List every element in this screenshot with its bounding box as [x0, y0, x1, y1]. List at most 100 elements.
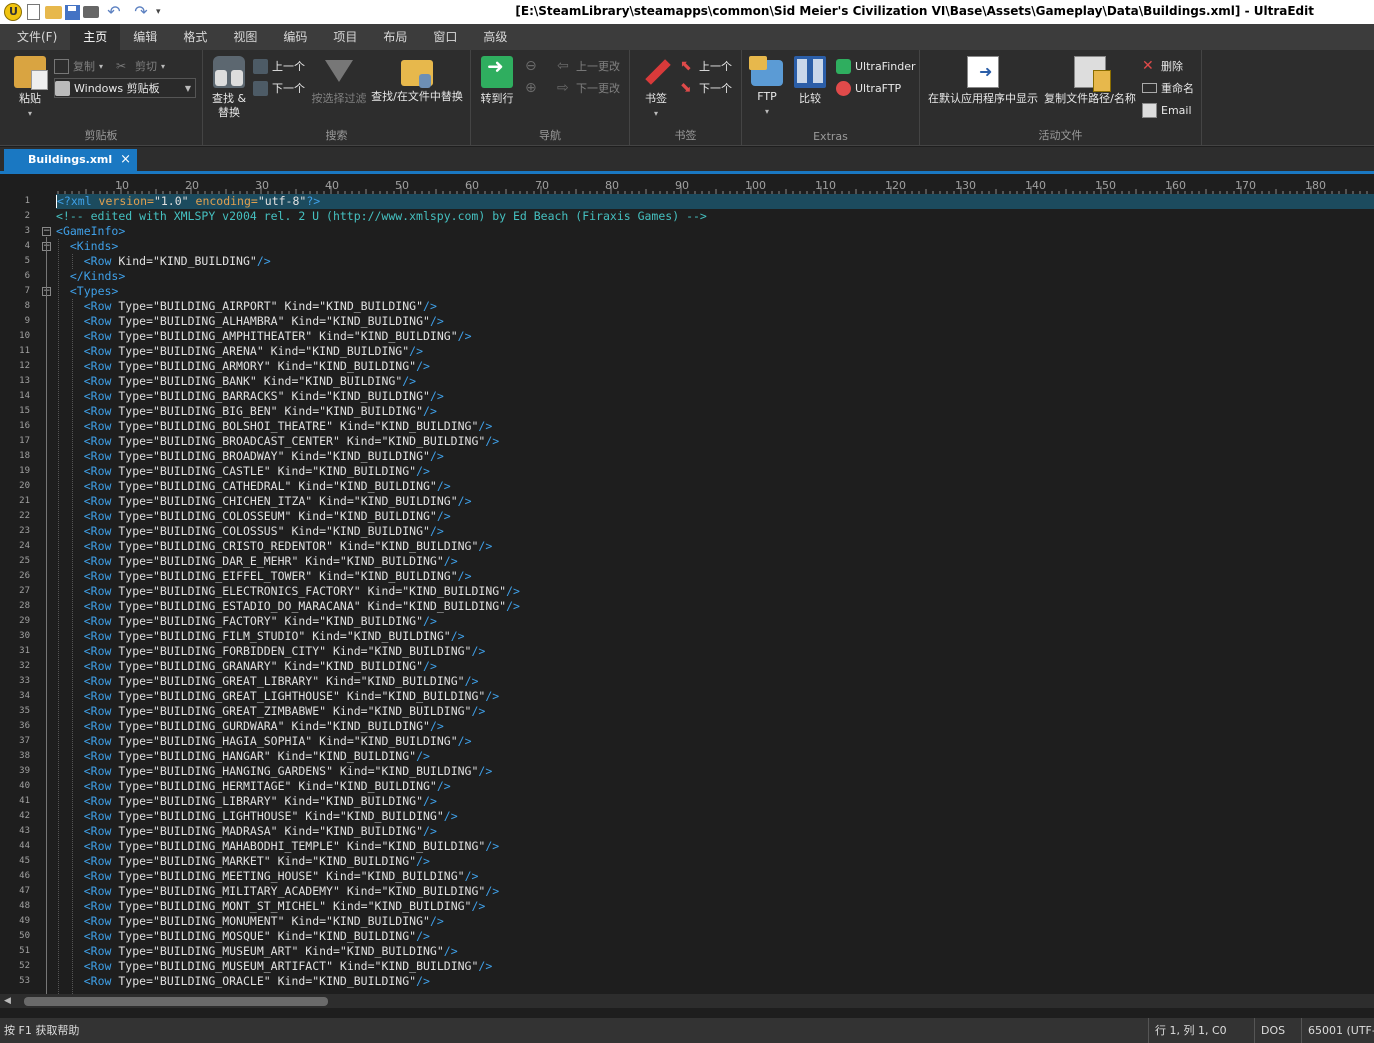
- find-next-button[interactable]: 下一个: [253, 78, 305, 98]
- undo-icon[interactable]: ↶: [102, 3, 126, 21]
- cut-button[interactable]: ✂ 剪切 ▾: [116, 56, 165, 76]
- ribbon-tab-6[interactable]: 项目: [320, 24, 370, 50]
- goto-line-button[interactable]: 转到行: [477, 56, 517, 106]
- code-line[interactable]: <Row Type="BUILDING_AIRPORT" Kind="KIND_…: [56, 299, 1374, 314]
- rename-file-button[interactable]: 重命名: [1142, 78, 1194, 98]
- nav-back-button[interactable]: ⊖: [525, 56, 540, 76]
- new-file-icon[interactable]: [27, 4, 40, 20]
- filter-by-selection-button[interactable]: 按选择过滤: [309, 56, 369, 106]
- code-line[interactable]: <Row Type="BUILDING_HANGAR" Kind="KIND_B…: [56, 749, 1374, 764]
- code-line[interactable]: <Row Type="BUILDING_CHICHEN_ITZA" Kind="…: [56, 494, 1374, 509]
- code-line[interactable]: </Kinds>: [56, 269, 1374, 284]
- code-line[interactable]: <Row Type="BUILDING_MONT_ST_MICHEL" Kind…: [56, 899, 1374, 914]
- ribbon-tab-0[interactable]: 文件(F): [4, 24, 70, 50]
- find-prev-button[interactable]: 上一个: [253, 56, 305, 76]
- customize-icon[interactable]: ▾: [156, 3, 166, 21]
- code-line[interactable]: <Row Type="BUILDING_MOSQUE" Kind="KIND_B…: [56, 929, 1374, 944]
- code-line[interactable]: <Row Type="BUILDING_HERMITAGE" Kind="KIN…: [56, 779, 1374, 794]
- clipboard-select[interactable]: Windows 剪贴板 ▼: [54, 78, 196, 98]
- code-line[interactable]: <Row Type="BUILDING_MEETING_HOUSE" Kind=…: [56, 869, 1374, 884]
- code-line[interactable]: <Row Type="BUILDING_ELECTRONICS_FACTORY"…: [56, 584, 1374, 599]
- code-line[interactable]: <Row Kind="KIND_BUILDING"/>: [56, 254, 1374, 269]
- code-line[interactable]: <Row Type="BUILDING_AMPHITHEATER" Kind="…: [56, 329, 1374, 344]
- print-icon[interactable]: [83, 6, 99, 18]
- code-line[interactable]: <Row Type="BUILDING_GREAT_LIBRARY" Kind=…: [56, 674, 1374, 689]
- compare-button[interactable]: 比较: [792, 56, 828, 106]
- code-line[interactable]: <Row Type="BUILDING_HANGING_GARDENS" Kin…: [56, 764, 1374, 779]
- copy-button[interactable]: 复制 ▾: [54, 56, 103, 76]
- code-line[interactable]: <!-- edited with XMLSPY v2004 rel. 2 U (…: [56, 209, 1374, 224]
- code-line[interactable]: <Row Type="BUILDING_ORACLE" Kind="KIND_B…: [56, 974, 1374, 989]
- code-line[interactable]: <Row Type="BUILDING_GREAT_ZIMBABWE" Kind…: [56, 704, 1374, 719]
- fold-toggle-icon[interactable]: −: [42, 227, 51, 236]
- code-line[interactable]: <Row Type="BUILDING_MADRASA" Kind="KIND_…: [56, 824, 1374, 839]
- cursor-position[interactable]: 行 1, 列 1, C0: [1148, 1018, 1252, 1043]
- code-line[interactable]: <Row Type="BUILDING_LIBRARY" Kind="KIND_…: [56, 794, 1374, 809]
- next-bookmark-button[interactable]: ⬊ 下一个: [680, 78, 732, 98]
- code-area[interactable]: <?xml version="1.0" encoding="utf-8"?> <!…: [56, 194, 1374, 994]
- code-line[interactable]: <Row Type="BUILDING_COLOSSUS" Kind="KIND…: [56, 524, 1374, 539]
- code-line[interactable]: <Row Type="BUILDING_LIGHTHOUSE" Kind="KI…: [56, 809, 1374, 824]
- code-line[interactable]: <Row Type="BUILDING_EIFFEL_TOWER" Kind="…: [56, 569, 1374, 584]
- nav-forward-button[interactable]: ⊕: [525, 78, 540, 98]
- ribbon-tab-3[interactable]: 格式: [170, 24, 220, 50]
- code-line[interactable]: <Row Type="BUILDING_FACTORY" Kind="KIND_…: [56, 614, 1374, 629]
- redo-icon[interactable]: ↷: [129, 3, 153, 21]
- code-line[interactable]: <Types>: [56, 284, 1374, 299]
- ftp-button[interactable]: FTP ▾: [749, 56, 784, 119]
- copy-path-button[interactable]: 复制文件路径/名称: [1042, 56, 1138, 106]
- line-ending[interactable]: DOS: [1254, 1018, 1300, 1043]
- ribbon-tab-7[interactable]: 布局: [370, 24, 420, 50]
- code-line[interactable]: <Row Type="BUILDING_MUSEUM_ART" Kind="KI…: [56, 944, 1374, 959]
- code-line[interactable]: <Kinds>: [56, 239, 1374, 254]
- code-line[interactable]: <Row Type="BUILDING_MONUMENT" Kind="KIND…: [56, 914, 1374, 929]
- ultrafinder-button[interactable]: UltraFinder: [836, 56, 916, 76]
- editor-pane[interactable]: 1 2 3 4 5 6 7 8 9 10 11 12 13 14 15 16 17 18 19 20 21 22 23 24 2…: [0, 194, 1374, 994]
- code-line[interactable]: <Row Type="BUILDING_HAGIA_SOPHIA" Kind="…: [56, 734, 1374, 749]
- code-line[interactable]: <Row Type="BUILDING_BOLSHOI_THEATRE" Kin…: [56, 419, 1374, 434]
- code-line[interactable]: <Row Type="BUILDING_ESTADIO_DO_MARACANA"…: [56, 599, 1374, 614]
- scroll-left-icon[interactable]: ◀: [4, 996, 11, 1006]
- encoding[interactable]: 65001 (UTF-8: [1301, 1018, 1374, 1043]
- ribbon-tab-4[interactable]: 视图: [220, 24, 270, 50]
- ribbon-tab-2[interactable]: 编辑: [120, 24, 170, 50]
- code-line[interactable]: <Row Type="BUILDING_BANK" Kind="KIND_BUI…: [56, 374, 1374, 389]
- code-line[interactable]: <Row Type="BUILDING_CATHEDRAL" Kind="KIN…: [56, 479, 1374, 494]
- prev-bookmark-button[interactable]: ⬉ 上一个: [680, 56, 732, 76]
- next-change-button[interactable]: ⇨ 下一更改: [557, 78, 620, 98]
- horizontal-scrollbar[interactable]: ◀: [0, 994, 1374, 1008]
- open-folder-icon[interactable]: [45, 5, 62, 19]
- email-file-button[interactable]: Email: [1142, 100, 1192, 120]
- close-icon[interactable]: ×: [120, 149, 131, 171]
- code-line[interactable]: <Row Type="BUILDING_GRANARY" Kind="KIND_…: [56, 659, 1374, 674]
- code-line[interactable]: <Row Type="BUILDING_FORBIDDEN_CITY" Kind…: [56, 644, 1374, 659]
- ribbon-tab-8[interactable]: 窗口: [420, 24, 470, 50]
- delete-file-button[interactable]: ✕ 删除: [1142, 56, 1183, 76]
- code-line[interactable]: <Row Type="BUILDING_BROADWAY" Kind="KIND…: [56, 449, 1374, 464]
- paste-button[interactable]: 粘贴 ▾: [10, 56, 50, 121]
- code-line[interactable]: <Row Type="BUILDING_MARKET" Kind="KIND_B…: [56, 854, 1374, 869]
- code-line[interactable]: <Row Type="BUILDING_ARMORY" Kind="KIND_B…: [56, 359, 1374, 374]
- code-line[interactable]: <Row Type="BUILDING_BROADCAST_CENTER" Ki…: [56, 434, 1374, 449]
- code-line[interactable]: <Row Type="BUILDING_CRISTO_REDENTOR" Kin…: [56, 539, 1374, 554]
- find-in-files-button[interactable]: 查找/在文件中替换: [369, 56, 465, 104]
- code-line[interactable]: <Row Type="BUILDING_DAR_E_MEHR" Kind="KI…: [56, 554, 1374, 569]
- code-line[interactable]: <Row Type="BUILDING_FILM_STUDIO" Kind="K…: [56, 629, 1374, 644]
- ultraftp-button[interactable]: UltraFTP: [836, 78, 901, 98]
- code-line[interactable]: <Row Type="BUILDING_COLOSSEUM" Kind="KIN…: [56, 509, 1374, 524]
- ribbon-tab-1[interactable]: 主页: [70, 24, 121, 50]
- ribbon-tab-5[interactable]: 编码: [270, 24, 320, 50]
- find-replace-button[interactable]: 查找 & 替换: [209, 56, 249, 120]
- code-line[interactable]: <Row Type="BUILDING_MAHABODHI_TEMPLE" Ki…: [56, 839, 1374, 854]
- save-icon[interactable]: [65, 4, 80, 20]
- ultraedit-logo-icon[interactable]: [4, 3, 22, 21]
- code-line[interactable]: <Row Type="BUILDING_BIG_BEN" Kind="KIND_…: [56, 404, 1374, 419]
- show-in-default-app-button[interactable]: 在默认应用程序中显示: [926, 56, 1040, 106]
- code-line[interactable]: <Row Type="BUILDING_BARRACKS" Kind="KIND…: [56, 389, 1374, 404]
- code-line[interactable]: <GameInfo>: [56, 224, 1374, 239]
- prev-change-button[interactable]: ⇦ 上一更改: [557, 56, 620, 76]
- scrollbar-thumb[interactable]: [24, 997, 328, 1006]
- code-line[interactable]: <Row Type="BUILDING_MUSEUM_ARTIFACT" Kin…: [56, 959, 1374, 974]
- document-tab[interactable]: Buildings.xml ×: [4, 149, 137, 171]
- code-line[interactable]: <Row Type="BUILDING_CASTLE" Kind="KIND_B…: [56, 464, 1374, 479]
